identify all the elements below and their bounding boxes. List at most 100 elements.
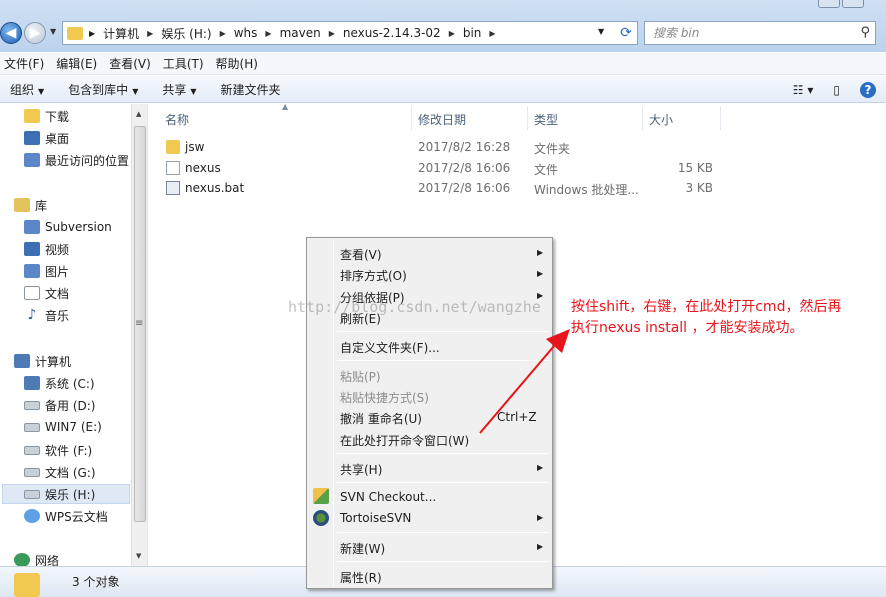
recent-places-icon <box>24 153 40 167</box>
maximize-button[interactable] <box>842 0 864 8</box>
back-button[interactable]: ◀ <box>0 22 22 44</box>
column-header-size[interactable]: 大小 <box>649 111 673 131</box>
ctx-new[interactable]: 新建(W) <box>340 540 385 557</box>
nav-item-computer[interactable]: 计算机 <box>14 351 71 371</box>
ctx-share[interactable]: 共享(H) <box>340 461 382 478</box>
breadcrumb-nexus[interactable]: nexus-2.14.3-02 ▶ <box>343 26 463 40</box>
menu-edit[interactable]: 编辑(E) <box>52 55 105 72</box>
chevron-down-icon: ▼ <box>132 86 139 96</box>
ctx-svn-checkout[interactable]: SVN Checkout... <box>340 490 436 504</box>
help-icon[interactable]: ? <box>860 81 876 98</box>
breadcrumb-chevron-icon[interactable]: ▶ <box>449 29 455 38</box>
nav-item-network[interactable]: 网络 <box>14 550 59 566</box>
nav-label: 软件 (F:) <box>45 443 93 458</box>
column-header-name[interactable]: 名称 <box>165 111 189 131</box>
file-row-nexus-bat[interactable]: nexus.bat 2017/2/8 16:06 Windows 批处理... … <box>163 178 723 198</box>
menu-help[interactable]: 帮助(H) <box>212 55 266 72</box>
nav-item-subversion[interactable]: Subversion <box>24 217 112 237</box>
ctx-properties[interactable]: 属性(R) <box>340 569 382 586</box>
recent-pages-dropdown[interactable]: ▼ <box>50 27 56 36</box>
column-header-modified[interactable]: 修改日期 <box>418 111 466 131</box>
organize-label: 组织 <box>10 82 35 97</box>
include-in-library-button[interactable]: 包含到库中 ▼ <box>58 81 152 98</box>
view-options-icon[interactable]: ☷ ▾ <box>793 83 814 97</box>
share-button[interactable]: 共享 ▼ <box>152 81 210 98</box>
breadcrumb-chevron-icon[interactable]: ▶ <box>489 29 495 38</box>
cloud-icon <box>24 509 40 523</box>
column-divider[interactable] <box>527 106 528 130</box>
nav-scrollbar[interactable]: ▲ ≡ ▼ <box>131 104 147 566</box>
breadcrumb-whs[interactable]: whs ▶ <box>234 26 280 40</box>
preview-pane-icon[interactable]: ▯ <box>833 83 840 97</box>
menu-file[interactable]: 文件(F) <box>0 55 52 72</box>
breadcrumb-chevron-icon[interactable]: ▶ <box>220 29 226 38</box>
breadcrumb-drive-h[interactable]: 娱乐 (H:) ▶ <box>161 25 233 42</box>
search-icon[interactable]: ⚲ <box>860 22 870 44</box>
nav-item-libraries[interactable]: 库 <box>14 195 47 215</box>
nav-label: 系统 (C:) <box>45 376 95 391</box>
nav-item-documents[interactable]: 文档 <box>24 283 69 303</box>
column-divider[interactable] <box>720 106 721 130</box>
nav-item-drive-c[interactable]: 系统 (C:) <box>24 373 95 393</box>
nav-item-drive-h[interactable]: 娱乐 (H:) <box>2 484 130 504</box>
menu-view[interactable]: 查看(V) <box>105 55 159 72</box>
column-header-type[interactable]: 类型 <box>534 111 558 131</box>
ctx-open-command-window[interactable]: 在此处打开命令窗口(W) <box>340 432 469 449</box>
breadcrumb-bin[interactable]: bin ▶ <box>463 26 504 40</box>
organize-button[interactable]: 组织 ▼ <box>0 81 58 98</box>
menu-tools[interactable]: 工具(T) <box>159 55 212 72</box>
column-divider[interactable] <box>411 106 412 130</box>
nav-item-recent-places[interactable]: 最近访问的位置 <box>24 150 129 170</box>
nav-item-music[interactable]: ♪ 音乐 <box>24 305 69 325</box>
ctx-tortoise-svn[interactable]: TortoiseSVN <box>340 511 411 525</box>
library-icon <box>24 220 40 234</box>
breadcrumb-label: nexus-2.14.3-02 <box>342 26 441 40</box>
address-history-dropdown[interactable]: ▼ <box>598 27 604 36</box>
scroll-down-icon[interactable]: ▼ <box>136 552 141 560</box>
folder-icon <box>14 573 40 597</box>
ctx-view[interactable]: 查看(V) <box>340 246 382 263</box>
nav-item-drive-d[interactable]: 备用 (D:) <box>24 395 95 415</box>
breadcrumb-chevron-icon[interactable]: ▶ <box>265 29 271 38</box>
ctx-customize[interactable]: 自定义文件夹(F)... <box>340 339 440 356</box>
documents-icon <box>24 286 40 300</box>
view-controls: ☷ ▾ ▯ ? <box>783 76 886 103</box>
breadcrumb-maven[interactable]: maven ▶ <box>280 26 343 40</box>
chevron-down-icon: ▼ <box>38 86 45 96</box>
new-folder-button[interactable]: 新建文件夹 <box>211 81 295 98</box>
address-input[interactable]: ▶ 计算机 ▶ 娱乐 (H:) ▶ whs ▶ maven ▶ nexus-2.14.3… <box>62 21 638 45</box>
refresh-icon[interactable]: ⟳ <box>616 23 636 43</box>
nav-item-pictures[interactable]: 图片 <box>24 261 69 281</box>
ctx-undo-rename[interactable]: 撤消 重命名(U) <box>340 410 422 427</box>
annotation-line-1: 按住shift，右键，在此处打开cmd，然后再 <box>571 299 842 315</box>
nav-item-desktop[interactable]: 桌面 <box>24 128 69 148</box>
nav-label: 娱乐 (H:) <box>45 487 96 502</box>
file-modified: 2017/2/8 16:06 <box>418 181 511 195</box>
nav-label: 视频 <box>45 242 70 257</box>
breadcrumb-chevron-icon[interactable]: ▶ <box>147 29 153 38</box>
scroll-up-icon[interactable]: ▲ <box>136 110 141 118</box>
column-divider[interactable] <box>642 106 643 130</box>
minimize-button[interactable] <box>818 0 840 8</box>
file-row-nexus[interactable]: nexus 2017/2/8 16:06 文件 15 KB <box>163 158 723 178</box>
nav-item-drive-f[interactable]: 软件 (F:) <box>24 440 92 460</box>
breadcrumb-chevron-icon[interactable]: ▶ <box>89 29 95 38</box>
nav-item-wps-cloud[interactable]: WPS云文档 <box>24 506 108 526</box>
breadcrumb-computer[interactable]: 计算机 ▶ <box>103 25 161 42</box>
search-input[interactable]: 搜索 bin ⚲ <box>644 21 876 45</box>
ctx-sort[interactable]: 排序方式(O) <box>340 267 407 284</box>
grip-icon: ≡ <box>135 318 144 329</box>
nav-item-videos[interactable]: 视频 <box>24 239 69 259</box>
file-row-jsw[interactable]: jsw 2017/8/2 16:28 文件夹 <box>163 137 723 157</box>
breadcrumb-chevron-icon[interactable]: ▶ <box>329 29 335 38</box>
drive-icon <box>24 422 40 432</box>
window-controls <box>818 0 864 8</box>
nav-label: 下载 <box>45 109 70 124</box>
submenu-arrow-icon: ▶ <box>537 513 544 522</box>
nav-item-downloads[interactable]: 下载 <box>24 106 69 126</box>
nav-label: 图片 <box>45 264 70 279</box>
annotation-arrow-icon <box>479 329 570 434</box>
nav-item-drive-e[interactable]: WIN7 (E:) <box>24 417 102 437</box>
forward-button[interactable]: ▶ <box>24 22 46 44</box>
nav-item-drive-g[interactable]: 文档 (G:) <box>24 462 96 482</box>
